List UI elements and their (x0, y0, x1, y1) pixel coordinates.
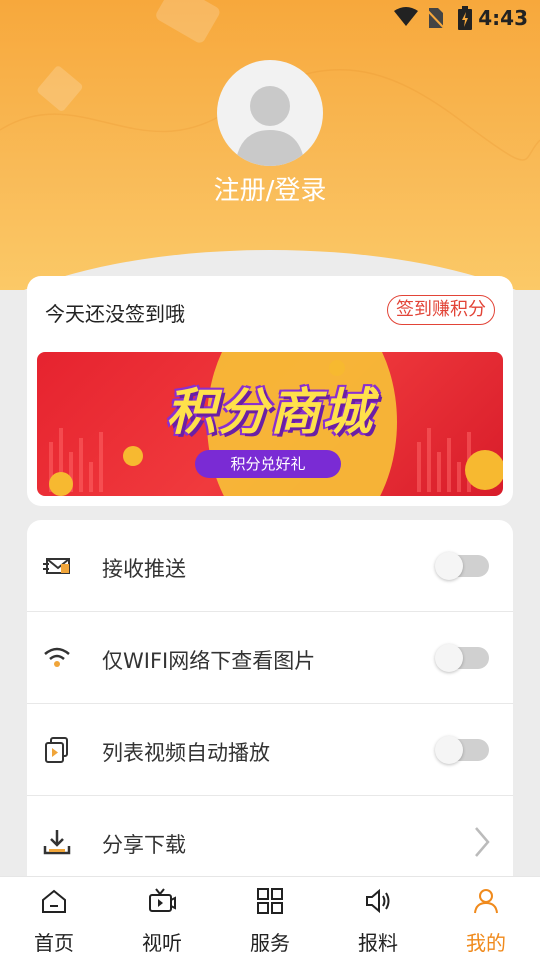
tab-label: 视听 (142, 931, 182, 955)
setting-row-autoplay: 列表视频自动播放 (27, 704, 513, 796)
wifi-icon (44, 647, 70, 667)
tab-report[interactable]: 报料 (324, 877, 432, 960)
chevron-right-icon (475, 827, 490, 857)
battery-charging-icon (458, 6, 472, 30)
tab-services[interactable]: 服务 (216, 877, 324, 960)
tab-label: 服务 (250, 931, 290, 955)
setting-row-wifi-images: 仅WIFI网络下查看图片 (27, 612, 513, 704)
default-avatar-icon (235, 86, 305, 166)
push-toggle[interactable] (435, 552, 489, 580)
setting-label: 分享下载 (102, 833, 186, 857)
home-icon (42, 889, 66, 913)
wifi-status-icon (394, 7, 418, 26)
envelope-icon (43, 558, 70, 574)
banner-subtitle: 积分兑好礼 (195, 450, 341, 478)
signin-card: 今天还没签到哦 签到赚积分 积分商城 积分兑好礼 (27, 276, 513, 506)
avatar[interactable] (217, 60, 323, 166)
login-register-link[interactable]: 注册/登录 (0, 170, 540, 207)
tab-label: 首页 (34, 931, 74, 955)
tv-icon (149, 888, 176, 912)
toggle-knob (435, 552, 463, 580)
setting-row-push: 接收推送 (27, 520, 513, 612)
download-icon (43, 830, 71, 855)
tab-mine[interactable]: 我的 (432, 877, 540, 960)
bottom-tab-bar: 首页 视听 服务 报料 我的 (0, 876, 540, 960)
setting-row-share-download[interactable]: 分享下载 (27, 796, 513, 880)
tab-label: 我的 (466, 931, 506, 955)
status-bar: 4:43 (0, 0, 540, 36)
setting-label: 列表视频自动播放 (102, 741, 270, 765)
wifi-images-toggle[interactable] (435, 644, 489, 672)
setting-label: 接收推送 (102, 557, 186, 581)
tab-home[interactable]: 首页 (0, 877, 108, 960)
toggle-knob (435, 644, 463, 672)
signin-prompt: 今天还没签到哦 (45, 302, 185, 326)
tab-label: 报料 (358, 931, 398, 955)
banner-title: 积分商城 (166, 383, 374, 441)
video-play-icon (45, 737, 68, 763)
toggle-knob (435, 736, 463, 764)
settings-card: 接收推送 仅WIFI网络下查看图片 列表视频自动播放 分享下载 (27, 520, 513, 880)
user-icon (474, 889, 498, 914)
setting-label: 仅WIFI网络下查看图片 (102, 649, 316, 673)
signin-button[interactable]: 签到赚积分 (387, 295, 495, 325)
speaker-icon (366, 888, 390, 914)
no-sim-icon (426, 8, 444, 29)
points-mall-banner[interactable]: 积分商城 积分兑好礼 (37, 352, 503, 496)
grid-icon (257, 888, 283, 914)
status-time: 4:43 (478, 6, 528, 30)
autoplay-toggle[interactable] (435, 736, 489, 764)
tab-media[interactable]: 视听 (108, 877, 216, 960)
